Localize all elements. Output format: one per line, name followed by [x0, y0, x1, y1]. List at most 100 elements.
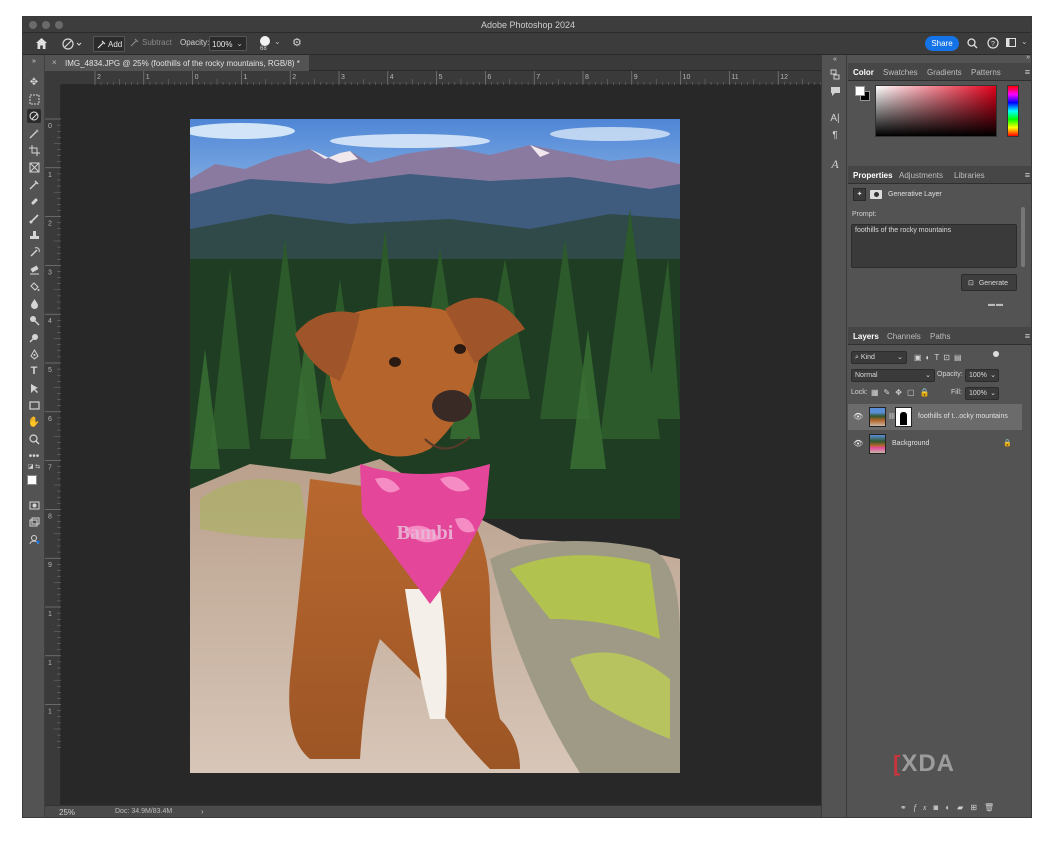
options-bar: Add Subtract Opacity: 100% ⌄ 68 ⌄ ⚙ Shar… [23, 33, 1031, 55]
frame-tool-icon[interactable] [27, 160, 41, 174]
tab-channels[interactable]: Channels [887, 332, 921, 341]
blur-tool-icon[interactable] [27, 296, 41, 310]
color-foreground-swatch[interactable] [855, 86, 865, 96]
properties-panel-menu-icon[interactable]: ≡ [1025, 170, 1030, 180]
ruler-tick-label: 9 [634, 74, 638, 81]
path-selection-tool-icon[interactable] [27, 381, 41, 395]
rectangle-tool-icon[interactable] [27, 398, 41, 412]
zoom-level[interactable]: 25% [59, 808, 75, 817]
magic-wand-tool-icon[interactable] [27, 126, 41, 140]
type-tool-icon[interactable]: T [27, 364, 41, 378]
history-panel-icon[interactable] [828, 69, 842, 83]
document-image[interactable]: Bambi [190, 119, 680, 773]
tab-color[interactable]: Color [853, 68, 874, 77]
add-mode-button[interactable]: Add [93, 36, 125, 52]
prompt-label: Prompt: [852, 211, 877, 218]
tab-adjustments[interactable]: Adjustments [899, 171, 943, 180]
paint-bucket-tool-icon[interactable] [27, 279, 41, 293]
blend-mode-select[interactable]: Normal ⌄ [851, 369, 935, 382]
gear-icon[interactable]: ⚙ [292, 36, 302, 49]
canvas-area[interactable]: Bambi [61, 85, 821, 805]
dodge-tool-icon[interactable] [27, 313, 41, 327]
zoom-tool-icon[interactable] [27, 432, 41, 446]
default-colors-icon[interactable]: ◪ ⇆ [27, 462, 41, 470]
layers-panel-menu-icon[interactable]: ≡ [1025, 331, 1030, 341]
help-icon[interactable]: ? [987, 37, 999, 49]
glyphs-panel-icon[interactable]: A [828, 157, 842, 171]
healing-brush-tool-icon[interactable] [27, 194, 41, 208]
comments-panel-icon[interactable] [828, 86, 842, 100]
tab-properties[interactable]: Properties [853, 171, 893, 180]
brush-tool-icon[interactable] [27, 211, 41, 225]
tab-layers[interactable]: Layers [853, 332, 879, 341]
lock-icons[interactable]: ▦✎✥▢🔒 [871, 388, 934, 397]
hand-tool-icon[interactable]: ✋ [27, 415, 41, 429]
edit-toolbar-icon[interactable]: ••• [27, 449, 41, 463]
brush-chevron-icon[interactable]: ⌄ [274, 37, 281, 46]
sponge-tool-icon[interactable] [27, 330, 41, 344]
layer-filter-icons[interactable]: ▣◐T⊡▤ [914, 353, 966, 362]
collapse-icons-icon[interactable]: « [828, 56, 842, 64]
foreground-color-swatch[interactable] [27, 475, 37, 485]
status-chevron-icon[interactable]: › [201, 807, 204, 816]
eye-icon[interactable]: 👁 [853, 439, 863, 448]
color-picker-field[interactable] [875, 85, 997, 137]
brush-preview-icon[interactable] [260, 36, 270, 46]
properties-scrollbar[interactable] [1021, 207, 1025, 267]
tool-preset-picker[interactable] [61, 37, 83, 51]
tab-libraries[interactable]: Libraries [954, 171, 985, 180]
adjustment-layer-icon[interactable]: ◐ [945, 803, 957, 812]
link-layers-icon[interactable]: ⚭ [900, 803, 914, 812]
prompt-textarea[interactable]: foothills of the rocky mountains [851, 224, 1017, 268]
layer-row-background[interactable]: 👁 Background 🔒 [848, 431, 1022, 457]
eraser-tool-icon[interactable] [27, 262, 41, 276]
tab-swatches[interactable]: Swatches [883, 68, 918, 77]
layer-filter-kind[interactable]: ⌕ Kind ⌄ [851, 351, 907, 364]
opacity-field[interactable]: 100% ⌄ [209, 36, 247, 51]
layer-opacity-field[interactable]: 100% ⌄ [965, 369, 999, 382]
tab-patterns[interactable]: Patterns [971, 68, 1001, 77]
character-panel-icon[interactable]: A| [828, 113, 842, 127]
variations-handle-icon[interactable]: ▬▬ [988, 301, 1004, 308]
object-selection-tool-icon[interactable] [27, 109, 41, 123]
move-tool-icon[interactable]: ✥ [27, 75, 41, 89]
hue-slider[interactable] [1007, 85, 1019, 137]
eye-icon[interactable]: 👁 [853, 412, 863, 421]
layer-row-generative[interactable]: 👁 ⛓ foothills of t...ocky mountains [848, 404, 1022, 430]
workspace-icon[interactable] [1006, 38, 1018, 48]
add-mask-icon[interactable]: ◙ [933, 803, 945, 812]
share-button[interactable]: Share [925, 36, 959, 51]
generate-button[interactable]: ⊡ Generate [961, 274, 1017, 291]
subtract-mode-button[interactable]: Subtract [130, 38, 172, 47]
tab-gradients[interactable]: Gradients [927, 68, 962, 77]
marquee-tool-icon[interactable] [27, 92, 41, 106]
crop-tool-icon[interactable] [27, 143, 41, 157]
eyedropper-tool-icon[interactable] [27, 177, 41, 191]
paragraph-panel-icon[interactable]: ¶ [828, 130, 842, 144]
layer-thumbnail [869, 434, 886, 454]
quick-mask-icon[interactable] [27, 498, 41, 512]
document-tab[interactable]: × IMG_4834.JPG @ 25% (foothills of the r… [45, 55, 309, 71]
close-tab-icon[interactable]: × [52, 58, 57, 67]
fill-label: Fill: [951, 389, 962, 396]
workspace-chevron-icon[interactable]: ⌄ [1021, 37, 1028, 46]
ruler-tick-label: 8 [48, 513, 52, 520]
trash-icon[interactable]: 🗑 [984, 803, 1001, 812]
layer-name: foothills of t...ocky mountains [918, 413, 1008, 420]
clone-stamp-tool-icon[interactable] [27, 228, 41, 242]
collapse-toolbar-icon[interactable]: » [27, 57, 41, 65]
color-panel-menu-icon[interactable]: ≡ [1025, 67, 1030, 77]
user-icon[interactable] [27, 532, 41, 546]
fx-icon[interactable]: fx [914, 803, 934, 812]
pen-tool-icon[interactable] [27, 347, 41, 361]
history-brush-tool-icon[interactable] [27, 245, 41, 259]
new-layer-icon[interactable]: ⊞ [970, 803, 984, 812]
screen-mode-icon[interactable] [27, 515, 41, 529]
fill-field[interactable]: 100% ⌄ [965, 387, 999, 400]
collapse-panels-icon[interactable]: » [1026, 54, 1030, 61]
home-icon[interactable] [35, 37, 48, 50]
new-group-icon[interactable]: ▰ [957, 803, 970, 812]
tab-paths[interactable]: Paths [930, 332, 950, 341]
search-icon[interactable] [967, 38, 978, 49]
filter-toggle-icon[interactable] [993, 351, 999, 357]
